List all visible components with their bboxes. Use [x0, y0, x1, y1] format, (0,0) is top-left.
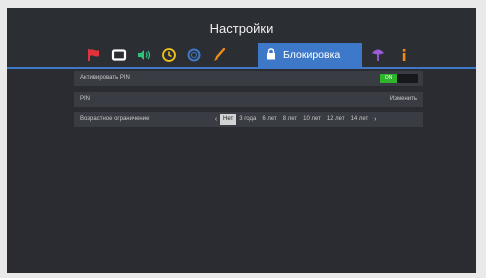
- age-limit-label: Возрастное ограничение: [80, 116, 150, 122]
- flag-icon: [88, 49, 99, 61]
- tab-info[interactable]: [392, 43, 416, 67]
- age-option-none[interactable]: Нет: [220, 114, 237, 125]
- age-option-10[interactable]: 10 лет: [300, 114, 324, 125]
- activate-pin-toggle[interactable]: ON: [380, 74, 418, 83]
- chevron-left-icon[interactable]: ‹: [212, 112, 220, 127]
- age-option-14[interactable]: 14 лет: [348, 114, 372, 125]
- change-pin-button[interactable]: Изменить: [390, 92, 417, 107]
- tab-flag[interactable]: [82, 43, 106, 67]
- tab-brush[interactable]: [207, 43, 231, 67]
- age-option-3[interactable]: 3 года: [236, 114, 259, 125]
- age-option-6[interactable]: 6 лет: [259, 114, 279, 125]
- info-icon: [402, 49, 406, 61]
- tab-satellite[interactable]: [366, 43, 390, 67]
- pin-label: PIN: [80, 96, 91, 102]
- lock-icon: [266, 47, 276, 63]
- header: Настройки Блокировка: [7, 8, 476, 69]
- brush-icon: [214, 47, 226, 61]
- page-title: Настройки: [209, 21, 274, 36]
- tab-refresh[interactable]: [182, 43, 206, 67]
- age-limit-row[interactable]: Возрастное ограничение ‹ Нет 3 года 6 ле…: [74, 112, 423, 127]
- tv-screen: Настройки Блокировка Активировать PIN ON…: [7, 8, 476, 273]
- refresh-icon: [187, 48, 201, 62]
- tab-lock-label: Блокировка: [283, 49, 341, 61]
- tab-screen[interactable]: [107, 43, 131, 67]
- satellite-icon: [372, 49, 384, 61]
- tab-lock[interactable]: Блокировка: [258, 43, 362, 67]
- tab-sound[interactable]: [132, 43, 156, 67]
- age-limit-selector[interactable]: ‹ Нет 3 года 6 лет 8 лет 10 лет 12 лет 1…: [212, 112, 379, 127]
- tab-clock[interactable]: [157, 43, 181, 67]
- pin-row[interactable]: PIN Изменить: [74, 92, 423, 107]
- header-divider: [7, 67, 476, 69]
- age-option-8[interactable]: 8 лет: [280, 114, 300, 125]
- toggle-on-indicator: ON: [380, 74, 397, 83]
- clock-icon: [162, 48, 176, 62]
- age-option-12[interactable]: 12 лет: [324, 114, 348, 125]
- activate-pin-row[interactable]: Активировать PIN ON: [74, 71, 423, 86]
- chevron-right-icon[interactable]: ›: [371, 112, 379, 127]
- sound-icon: [138, 50, 151, 60]
- activate-pin-label: Активировать PIN: [80, 75, 130, 81]
- screen-icon: [111, 49, 127, 61]
